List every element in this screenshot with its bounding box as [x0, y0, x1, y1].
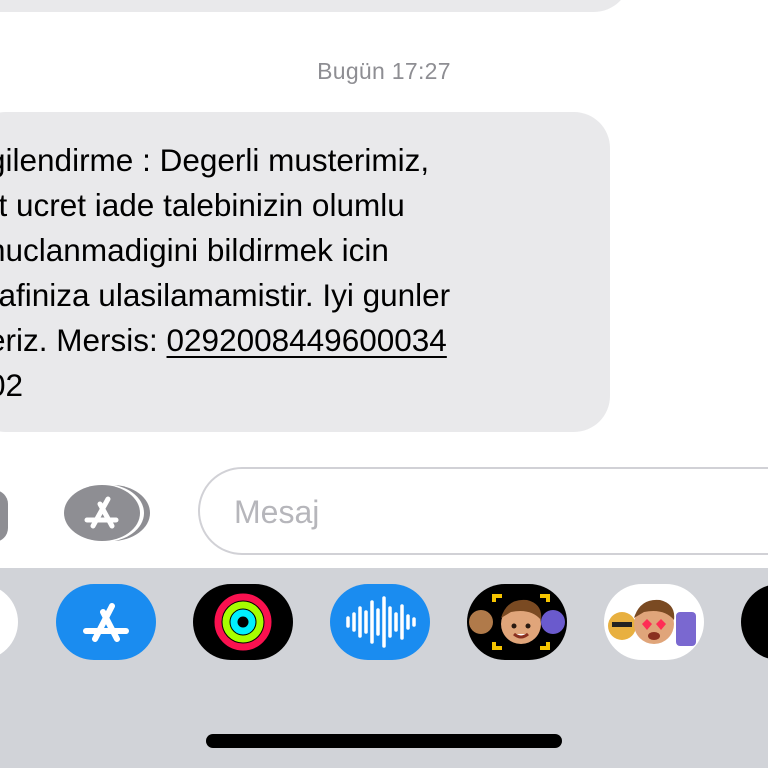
app-store-icon	[64, 484, 150, 542]
waveform-icon	[346, 596, 416, 648]
memoji-stickers-button[interactable]	[604, 584, 704, 660]
message-line: rt ucret iade talebinizin olumlu	[0, 187, 405, 223]
message-text: gilendirme : Degerli musterimiz, rt ucre…	[0, 138, 608, 408]
home-indicator[interactable]	[206, 734, 562, 748]
message-line: eriz. Mersis:	[0, 322, 167, 358]
message-input[interactable]	[232, 485, 736, 539]
message-line: rafiniza ulasilamamistir. Iyi gunler	[0, 277, 451, 313]
memoji-stickers-icon	[608, 599, 696, 646]
memoji-icon	[469, 594, 565, 650]
message-line: 02	[0, 367, 24, 403]
app-store-icon	[83, 603, 129, 642]
audio-message-button[interactable]	[330, 584, 430, 660]
message-line: gilendirme : Degerli musterimiz,	[0, 142, 430, 178]
previous-message-bubble[interactable]	[0, 0, 630, 12]
activity-rings-icon	[214, 593, 272, 651]
camera-button[interactable]	[0, 490, 8, 542]
app-store-button[interactable]	[56, 584, 156, 660]
message-line-with-link: eriz. Mersis: 0292008449600034	[0, 318, 608, 363]
message-input-field[interactable]	[198, 467, 768, 555]
apps-button[interactable]	[60, 484, 152, 542]
message-timestamp: Bugün 17:27	[317, 58, 451, 84]
memoji-camera-button[interactable]	[467, 584, 567, 660]
message-line: nuclanmadigini bildirmek icin	[0, 232, 389, 268]
messages-screen: Bugün 17:27 gilendirme : Degerli musteri…	[0, 0, 768, 768]
mersis-number-link[interactable]: 0292008449600034	[167, 322, 447, 358]
fitness-activity-button[interactable]	[193, 584, 293, 660]
